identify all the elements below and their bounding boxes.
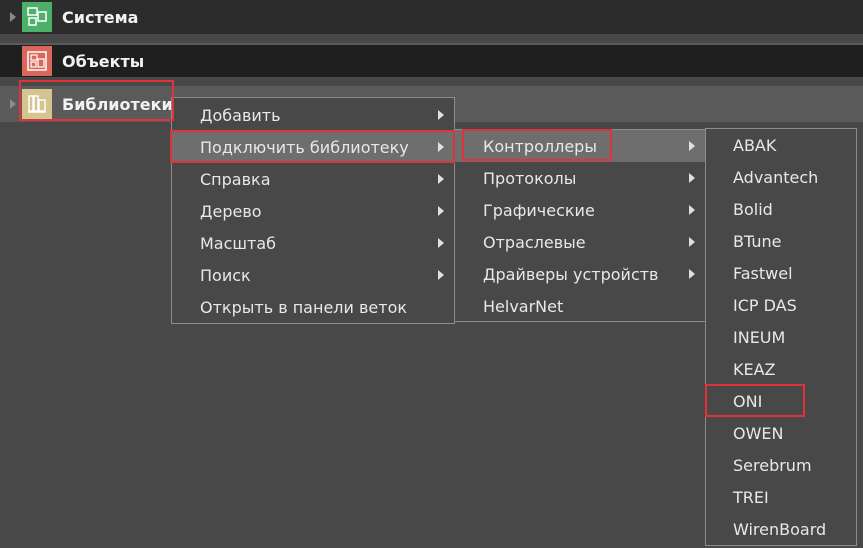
system-icon <box>22 2 52 32</box>
menu-item-ineum[interactable]: INEUM <box>706 321 856 353</box>
menu-item-label: Открыть в панели веток <box>200 297 408 317</box>
submenu-connect-library: Контроллеры Протоколы Графические Отрасл… <box>454 129 706 322</box>
menu-item-help[interactable]: Справка <box>172 163 454 195</box>
menu-item-label: Bolid <box>733 199 773 219</box>
menu-item-label: ONI <box>733 391 763 411</box>
menu-item-label: ICP DAS <box>733 295 797 315</box>
menu-item-scale[interactable]: Масштаб <box>172 227 454 259</box>
tree-item-label: Объекты <box>62 51 145 71</box>
menu-item-btune[interactable]: BTune <box>706 225 856 257</box>
menu-item-owen[interactable]: OWEN <box>706 417 856 449</box>
menu-item-search[interactable]: Поиск <box>172 259 454 291</box>
menu-item-fastwel[interactable]: Fastwel <box>706 257 856 289</box>
menu-item-open-in-branch-panel[interactable]: Открыть в панели веток <box>172 291 454 323</box>
menu-item-label: Подключить библиотеку <box>200 137 409 157</box>
menu-item-label: INEUM <box>733 327 786 347</box>
submenu-controllers: ABAK Advantech Bolid BTune Fastwel ICP D… <box>705 128 857 546</box>
menu-item-label: KEAZ <box>733 359 776 379</box>
menu-item-label: Драйверы устройств <box>483 264 659 284</box>
menu-item-label: ABAK <box>733 135 777 155</box>
menu-item-add[interactable]: Добавить <box>172 99 454 131</box>
menu-item-trei[interactable]: TREI <box>706 481 856 513</box>
context-menu: Добавить Подключить библиотеку Справка Д… <box>171 97 455 324</box>
menu-item-label: Отраслевые <box>483 232 586 252</box>
menu-item-label: Advantech <box>733 167 819 187</box>
submenu-arrow-icon <box>689 205 695 215</box>
menu-item-tree[interactable]: Дерево <box>172 195 454 227</box>
menu-item-keaz[interactable]: KEAZ <box>706 353 856 385</box>
menu-item-label: TREI <box>733 487 769 507</box>
tree-item-obekty[interactable]: Объекты <box>0 43 863 77</box>
menu-item-serebrum[interactable]: Serebrum <box>706 449 856 481</box>
menu-item-label: Serebrum <box>733 455 812 475</box>
submenu-arrow-icon <box>438 206 444 216</box>
menu-item-wirenboard[interactable]: WirenBoard <box>706 513 856 545</box>
submenu-arrow-icon <box>438 142 444 152</box>
menu-item-abak[interactable]: ABAK <box>706 129 856 161</box>
tree-item-sistema[interactable]: Система <box>0 0 863 34</box>
expand-arrow-icon[interactable] <box>10 99 16 109</box>
menu-item-label: Дерево <box>200 201 262 221</box>
library-icon <box>22 89 52 119</box>
menu-item-icp-das[interactable]: ICP DAS <box>706 289 856 321</box>
menu-item-label: WirenBoard <box>733 519 827 539</box>
menu-item-label: Справка <box>200 169 271 189</box>
tree-item-label: Библиотеки <box>62 94 173 114</box>
submenu-arrow-icon <box>438 270 444 280</box>
menu-item-oni[interactable]: ONI <box>706 385 856 417</box>
menu-item-label: Fastwel <box>733 263 793 283</box>
tree-item-label: Система <box>62 7 139 27</box>
menu-item-label: Графические <box>483 200 595 220</box>
submenu-arrow-icon <box>438 238 444 248</box>
submenu-arrow-icon <box>689 237 695 247</box>
menu-item-advantech[interactable]: Advantech <box>706 161 856 193</box>
submenu-arrow-icon <box>689 141 695 151</box>
menu-item-label: OWEN <box>733 423 784 443</box>
menu-item-helvarnet[interactable]: HelvarNet <box>455 290 705 322</box>
menu-item-label: Контроллеры <box>483 136 597 156</box>
menu-item-label: BTune <box>733 231 782 251</box>
menu-item-label: Поиск <box>200 265 251 285</box>
objects-icon <box>22 46 52 76</box>
menu-item-industry[interactable]: Отраслевые <box>455 226 705 258</box>
menu-item-connect-library[interactable]: Подключить библиотеку <box>172 131 454 163</box>
menu-item-label: Масштаб <box>200 233 277 253</box>
menu-item-graphics[interactable]: Графические <box>455 194 705 226</box>
menu-item-label: Протоколы <box>483 168 577 188</box>
menu-item-bolid[interactable]: Bolid <box>706 193 856 225</box>
submenu-arrow-icon <box>689 173 695 183</box>
submenu-arrow-icon <box>438 110 444 120</box>
menu-item-label: Добавить <box>200 105 281 125</box>
menu-item-label: HelvarNet <box>483 296 564 316</box>
expand-arrow-icon[interactable] <box>10 12 16 22</box>
submenu-arrow-icon <box>438 174 444 184</box>
menu-item-device-drivers[interactable]: Драйверы устройств <box>455 258 705 290</box>
menu-item-controllers[interactable]: Контроллеры <box>455 130 705 162</box>
menu-item-protocols[interactable]: Протоколы <box>455 162 705 194</box>
submenu-arrow-icon <box>689 269 695 279</box>
